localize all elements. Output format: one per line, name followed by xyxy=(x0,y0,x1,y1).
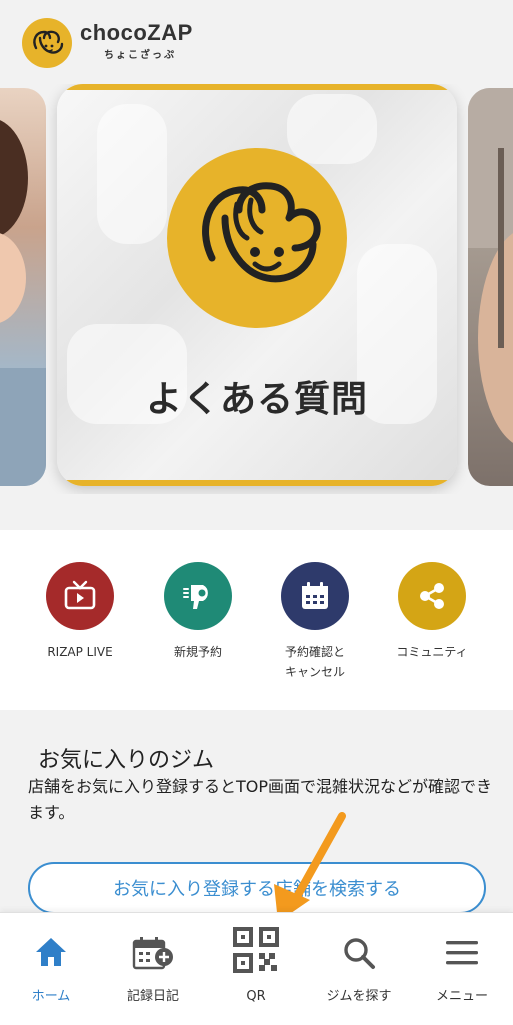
section-title: お気に入りのジム xyxy=(38,748,215,773)
chocozap-logo-icon[interactable] xyxy=(22,18,72,68)
logo-text: chocoZAP xyxy=(80,20,193,45)
favorite-gym-section: お気に入りのジム 店舗をお気に入り登録するとTOP画面で混雑状況などが確認できま… xyxy=(0,712,513,914)
section-description: 店舗をお気に入り登録するとTOP画面で混雑状況などが確認できます。 xyxy=(28,777,493,822)
tab-label: QR xyxy=(246,989,266,1004)
tab-label: ジムを探す xyxy=(326,989,392,1004)
banner-prev-image[interactable] xyxy=(0,88,46,486)
shortcut-label: 新規予約 xyxy=(173,645,222,659)
shortcut-label: コミュニティ xyxy=(396,645,468,659)
dryer-icon[interactable] xyxy=(164,562,232,630)
tab-home[interactable]: ホーム xyxy=(0,913,102,1025)
shortcut-reservation-check[interactable]: 予約確認と キャンセル xyxy=(256,562,374,682)
banner-title: よくある質問 xyxy=(145,379,368,420)
tab-label: メニュー xyxy=(435,989,488,1004)
card-bottom-bar xyxy=(57,480,457,486)
card-top-bar xyxy=(57,84,457,90)
calendar-icon[interactable] xyxy=(281,562,349,630)
logo-subtitle: ちょこざっぷ xyxy=(104,50,176,61)
faq-banner-card[interactable]: よくある質問 xyxy=(57,84,457,486)
tab-label: 記録日記 xyxy=(126,989,179,1004)
tab-find-gym[interactable]: ジムを探す xyxy=(308,913,410,1025)
search-favorite-gym-button[interactable]: お気に入り登録する店舗を検索する xyxy=(28,862,486,914)
home-icon xyxy=(0,935,102,969)
calendar-add-icon xyxy=(102,935,204,971)
arrow-annotation-icon xyxy=(274,812,346,922)
app-header: chocoZAP ちょこざっぷ xyxy=(0,0,513,80)
tab-label: ホーム xyxy=(31,989,71,1004)
banner-carousel[interactable]: よくある質問 xyxy=(0,84,513,494)
qr-code-icon xyxy=(205,925,307,975)
tab-qr[interactable]: QR xyxy=(205,913,307,1025)
shortcut-label: RIZAP LIVE xyxy=(47,645,113,659)
bottom-tab-bar: ホーム 記録日記 QR ジムを探す メニュー xyxy=(0,912,513,1025)
tv-icon[interactable] xyxy=(46,562,114,630)
shortcut-label: 予約確認と キャンセル xyxy=(284,645,345,679)
shortcut-community[interactable]: コミュニティ xyxy=(373,562,491,662)
share-icon[interactable] xyxy=(398,562,466,630)
shortcut-rizap-live[interactable]: RIZAP LIVE xyxy=(21,562,139,662)
shortcut-panel: RIZAP LIVE 新規予約 予約確認と キャンセル コミュニティ xyxy=(0,530,513,710)
tab-record-diary[interactable]: 記録日記 xyxy=(102,913,204,1025)
banner-next-image[interactable] xyxy=(468,88,513,486)
chocozap-mascot-icon xyxy=(167,148,347,328)
deco-shape xyxy=(97,104,167,244)
shortcut-new-reservation[interactable]: 新規予約 xyxy=(139,562,257,662)
search-icon xyxy=(308,935,410,971)
tab-menu[interactable]: メニュー xyxy=(411,913,513,1025)
menu-icon xyxy=(411,939,513,967)
